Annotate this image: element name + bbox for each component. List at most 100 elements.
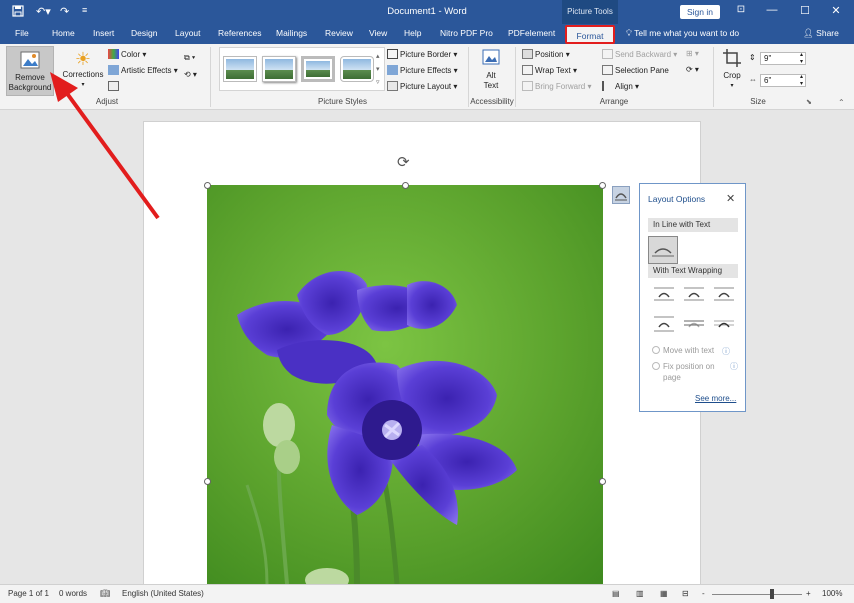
picture-layout-button[interactable]: Picture Layout ▾ [387, 81, 457, 91]
height-input[interactable]: 9" ▴ ▾ [760, 52, 806, 65]
gallery-scroll-icon[interactable]: ▴ ▾ ▿ [376, 50, 380, 89]
crop-icon [723, 49, 741, 67]
crop-button[interactable]: Crop ▾ [719, 48, 745, 91]
tab-layout[interactable]: Layout [175, 28, 201, 38]
zoom-level[interactable]: 100% [822, 589, 842, 598]
picture-styles-gallery: ▴ ▾ ▿ [219, 47, 385, 91]
minimize-icon[interactable]: — [762, 4, 782, 16]
group-objects-icon[interactable]: ⊞ ▾ [686, 49, 699, 58]
picture-effects-button[interactable]: Picture Effects ▾ [387, 65, 458, 75]
alt-text-button[interactable]: Alt Text [474, 48, 508, 91]
picture-style-thumb[interactable] [301, 56, 335, 82]
top-bottom-wrap-icon[interactable] [652, 314, 674, 332]
picture-style-thumb[interactable] [262, 56, 296, 82]
language-indicator[interactable]: English (United States) [122, 589, 204, 598]
corrections-button[interactable]: ☀ Corrections ▾ [60, 48, 106, 90]
selection-pane-button[interactable]: Selection Pane [602, 65, 669, 75]
remove-background-button[interactable]: Remove Background [6, 46, 54, 96]
tab-file[interactable]: File [15, 28, 29, 38]
compress-pictures-icon[interactable]: ⧉ ▾ [184, 53, 195, 63]
position-icon [522, 49, 533, 59]
spinner-icon[interactable]: ▴ ▾ [800, 74, 803, 88]
through-wrap-icon[interactable] [712, 284, 734, 302]
artistic-effects-button[interactable]: Artistic Effects ▾ [108, 65, 178, 75]
layout-options-button[interactable] [612, 186, 630, 204]
tight-wrap-icon[interactable] [682, 284, 704, 302]
web-layout-icon[interactable]: ⊟ [682, 589, 689, 598]
share-button[interactable]: 👤︎ Share [803, 28, 839, 39]
tab-home[interactable]: Home [52, 28, 75, 38]
close-icon[interactable]: ✕ [826, 4, 846, 17]
layout-options-title: Layout Options [648, 194, 706, 204]
resize-handle[interactable] [599, 182, 606, 189]
picture-border-button[interactable]: Picture Border ▾ [387, 49, 457, 59]
page-count[interactable]: Page 1 of 1 [8, 589, 49, 598]
picture-tools-context-label: Picture Tools [562, 0, 618, 24]
in-line-with-text-icon[interactable] [648, 236, 678, 264]
wrap-text-button[interactable]: Wrap Text ▾ [522, 65, 577, 75]
resize-handle[interactable] [204, 182, 211, 189]
rotate-handle-icon[interactable]: ⟳ [397, 153, 410, 171]
resize-handle[interactable] [402, 182, 409, 189]
in-front-of-text-icon[interactable] [712, 314, 734, 332]
send-backward-button[interactable]: Send Backward ▾ [602, 49, 677, 59]
fix-position-radio[interactable]: Fix position on page ⓘ [652, 361, 738, 383]
position-button[interactable]: Position ▾ [522, 49, 570, 59]
flower-image[interactable] [207, 185, 603, 584]
size-group-label: Size [750, 97, 766, 106]
collapse-ribbon-icon[interactable]: ⌃ [838, 98, 845, 107]
picture-style-thumb[interactable] [223, 56, 257, 82]
tab-design[interactable]: Design [131, 28, 157, 38]
focus-mode-icon[interactable]: ▤ [612, 589, 620, 598]
zoom-slider-thumb[interactable] [770, 589, 774, 599]
tab-review[interactable]: Review [325, 28, 353, 38]
tab-insert[interactable]: Insert [93, 28, 114, 38]
word-count[interactable]: 0 words [59, 589, 87, 598]
color-button[interactable]: Color ▾ [108, 49, 146, 59]
accessibility-group-label: Accessibility [470, 97, 514, 106]
rotate-objects-icon[interactable]: ⟳ ▾ [686, 65, 699, 74]
dropdown-arrow-icon: ▾ [81, 82, 85, 88]
align-button[interactable]: Align ▾ [602, 81, 639, 91]
move-with-text-radio[interactable]: Move with text ⓘ [652, 346, 730, 356]
tell-me-search[interactable]: 💡︎ Tell me what you want to do [626, 28, 739, 39]
group-divider [210, 47, 211, 107]
behind-text-icon[interactable] [682, 314, 704, 332]
zoom-slider[interactable] [712, 594, 802, 595]
tab-pdfelement[interactable]: PDFelement [508, 28, 555, 38]
group-divider [515, 47, 516, 107]
tab-help[interactable]: Help [404, 28, 421, 38]
sign-in-button[interactable]: Sign in [680, 5, 720, 19]
reset-picture-icon[interactable]: ⟲ ▾ [184, 70, 197, 79]
tab-nitro-pdf-pro[interactable]: Nitro PDF Pro [440, 28, 493, 38]
tab-view[interactable]: View [369, 28, 387, 38]
see-more-link[interactable]: See more... [695, 394, 736, 403]
dialog-launcher-icon[interactable]: ⬊ [806, 98, 812, 106]
picture-styles-group-label: Picture Styles [318, 97, 367, 106]
info-icon: ⓘ [722, 347, 730, 356]
resize-handle[interactable] [204, 478, 211, 485]
read-mode-icon[interactable]: ▥ [636, 589, 644, 598]
spinner-icon[interactable]: ▴ ▾ [800, 52, 803, 66]
picture-style-thumb[interactable] [340, 56, 374, 82]
change-picture-icon[interactable] [108, 81, 121, 91]
zoom-out-button[interactable]: - [702, 589, 705, 598]
tab-format[interactable]: Format [565, 25, 615, 44]
width-input[interactable]: 6" ▴ ▾ [760, 74, 806, 87]
proofing-icon[interactable]: 📖︎ [100, 589, 110, 598]
ribbon-tabs: File Home Insert Design Layout Reference… [0, 24, 854, 44]
zoom-in-button[interactable]: + [806, 589, 811, 598]
status-bar: Page 1 of 1 0 words 📖︎ English (United S… [0, 584, 854, 603]
close-icon[interactable]: ✕ [726, 192, 735, 205]
ribbon-display-options-icon[interactable]: ⊡ [731, 4, 751, 15]
person-icon: 👤︎ [803, 28, 814, 38]
maximize-icon[interactable]: ☐ [795, 4, 815, 17]
bring-forward-button[interactable]: Bring Forward ▾ [522, 81, 592, 91]
print-layout-icon[interactable]: ▦ [660, 589, 668, 598]
with-wrapping-section-label: With Text Wrapping [648, 264, 738, 278]
lightbulb-icon: 💡︎ [626, 28, 635, 38]
square-wrap-icon[interactable] [652, 284, 674, 302]
tab-references[interactable]: References [218, 28, 261, 38]
tab-mailings[interactable]: Mailings [276, 28, 307, 38]
resize-handle[interactable] [599, 478, 606, 485]
